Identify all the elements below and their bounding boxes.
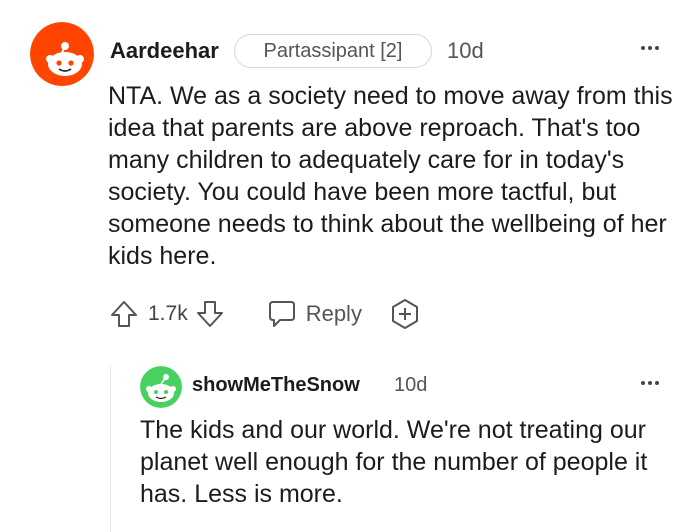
reply-timestamp: 10d: [394, 374, 428, 396]
reply-bubble-icon: [268, 301, 295, 327]
timestamp: 10d: [447, 38, 484, 63]
award-icon[interactable]: [388, 297, 422, 331]
reply-username[interactable]: showMeTheSnow: [192, 374, 360, 397]
more-options-icon[interactable]: [641, 46, 659, 50]
reply-avatar[interactable]: [140, 366, 182, 408]
comment-actions: 1.7k Reply: [108, 297, 422, 331]
reply-button[interactable]: Reply: [266, 299, 362, 329]
reply-label: Reply: [305, 301, 362, 326]
comment-body: NTA. We as a society need to move away f…: [108, 82, 673, 270]
avatar[interactable]: [30, 22, 94, 86]
comment-thread: Aardeehar Partassipant [2] 10d NTA. We a…: [0, 0, 700, 532]
vote-count: 1.7k: [148, 302, 188, 325]
reply-body: The kids and our world. We're not treati…: [140, 416, 648, 508]
downvote-icon[interactable]: [194, 298, 226, 330]
username[interactable]: Aardeehar: [110, 38, 219, 64]
upvote-icon[interactable]: [108, 298, 140, 330]
snoo-avatar-icon: [140, 366, 182, 408]
thread-indent-line[interactable]: [110, 366, 111, 532]
snoo-avatar-icon: [30, 22, 94, 86]
more-options-icon[interactable]: [641, 381, 659, 385]
user-flair: Partassipant [2]: [234, 34, 432, 68]
